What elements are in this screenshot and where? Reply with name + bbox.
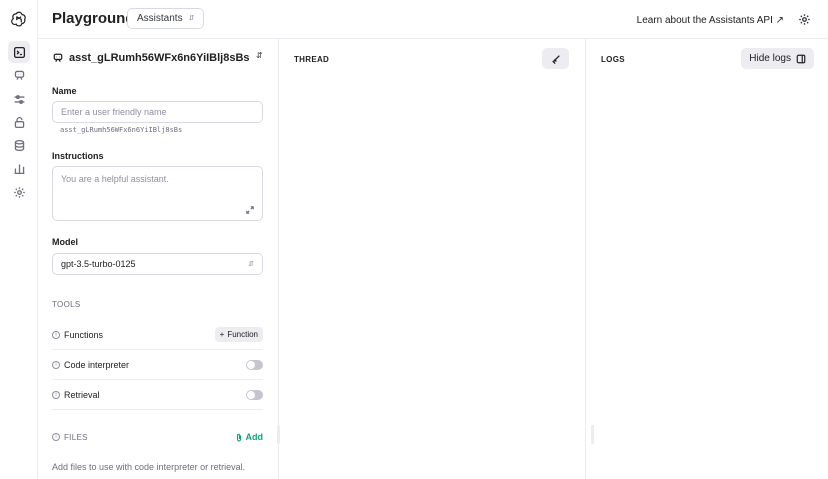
retrieval-toggle[interactable] xyxy=(246,389,263,400)
broom-icon xyxy=(551,54,560,64)
info-icon[interactable]: i xyxy=(52,360,60,369)
logs-title: LOGS xyxy=(601,55,625,64)
tool-label: Functions xyxy=(64,329,104,340)
files-row: i FILES Add xyxy=(52,432,263,442)
database-icon[interactable] xyxy=(10,136,28,154)
sidebar-panel-icon xyxy=(796,54,806,63)
settings-gear-icon[interactable] xyxy=(798,13,812,27)
model-label: Model xyxy=(52,237,78,247)
name-label: Name xyxy=(52,86,77,96)
sliders-icon[interactable] xyxy=(10,90,28,108)
terminal-icon[interactable] xyxy=(8,41,30,63)
assistants-api-link[interactable]: Learn about the Assistants API ↗ xyxy=(637,15,784,26)
add-files-button[interactable]: Add xyxy=(235,432,264,442)
resize-handle[interactable] xyxy=(591,425,594,444)
files-hint: Add files to use with code interpreter o… xyxy=(52,462,246,472)
info-icon[interactable]: i xyxy=(52,330,60,339)
gear-icon[interactable] xyxy=(10,183,28,201)
assistant-id-caption: asst_gLRumh56WFx6n6YiIBlj8sBs xyxy=(60,126,183,134)
tool-row-code-interpreter: i Code interpreter xyxy=(52,350,263,380)
assistant-selector[interactable]: asst_gLRumh56WFx6n6YiIBlj8sBs xyxy=(52,52,250,64)
page-title: Playground xyxy=(52,10,135,27)
chevron-updown-icon: ⇵ xyxy=(188,15,195,22)
mode-select-label: Assistants xyxy=(137,13,183,24)
chevron-updown-icon: ⇵ xyxy=(248,261,254,268)
info-icon[interactable]: i xyxy=(52,390,60,399)
model-select[interactable]: gpt-3.5-turbo-0125 ⇵ xyxy=(52,253,263,275)
plus-icon: + xyxy=(219,330,225,339)
instructions-placeholder: You are a helpful assistant. xyxy=(61,174,169,184)
add-files-label: Add xyxy=(245,432,264,442)
files-caption: FILES xyxy=(64,432,88,442)
instructions-textarea[interactable]: You are a helpful assistant. xyxy=(52,166,263,221)
thread-title: THREAD xyxy=(294,55,330,64)
hide-logs-label: Hide logs xyxy=(749,53,791,64)
add-function-label: Function xyxy=(227,330,258,339)
bar-chart-icon[interactable] xyxy=(10,159,28,177)
assistant-id: asst_gLRumh56WFx6n6YiIBlj8sBs xyxy=(69,52,250,64)
name-placeholder: Enter a user friendly name xyxy=(61,107,167,117)
instructions-label: Instructions xyxy=(52,151,104,161)
model-value: gpt-3.5-turbo-0125 xyxy=(61,259,136,269)
chevron-updown-icon[interactable]: ⇵ xyxy=(256,52,263,60)
assistant-icon[interactable] xyxy=(10,66,28,84)
name-input[interactable]: Enter a user friendly name xyxy=(52,101,263,123)
icon-rail xyxy=(0,0,38,479)
assistant-icon xyxy=(53,53,63,63)
tool-row-retrieval: i Retrieval xyxy=(52,380,263,410)
resize-handle[interactable] xyxy=(277,425,280,444)
tool-label: Code interpreter xyxy=(64,359,130,370)
clear-thread-button[interactable] xyxy=(542,48,569,69)
tools-caption: TOOLS xyxy=(52,300,81,309)
mode-select[interactable]: Assistants ⇵ xyxy=(127,8,205,29)
tool-row-functions: i Functions + Function xyxy=(52,320,263,350)
top-bar: Playground Assistants ⇵ Learn about the … xyxy=(38,0,828,39)
info-icon[interactable]: i xyxy=(52,433,60,441)
thread-panel: THREAD xyxy=(277,39,586,479)
code-interpreter-toggle[interactable] xyxy=(246,359,263,370)
lock-icon[interactable] xyxy=(10,113,28,131)
hide-logs-button[interactable]: Hide logs xyxy=(741,48,814,69)
assistant-panel: asst_gLRumh56WFx6n6YiIBlj8sBs ⇵ Name Ent… xyxy=(38,39,279,479)
logs-panel: LOGS Hide logs xyxy=(587,39,828,479)
expand-icon[interactable] xyxy=(246,206,254,214)
tool-label: Retrieval xyxy=(64,389,100,400)
paperclip-icon xyxy=(236,433,241,441)
openai-logo-icon[interactable] xyxy=(10,10,28,28)
add-function-button[interactable]: + Function xyxy=(214,327,263,342)
